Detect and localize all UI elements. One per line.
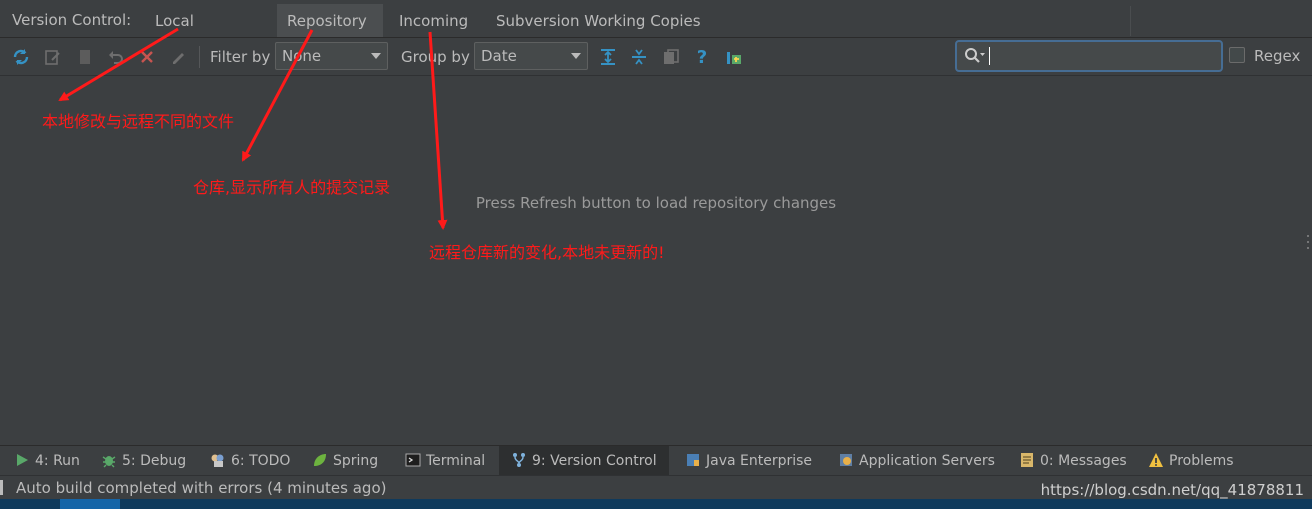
search-icon[interactable] [963,46,985,70]
search-input[interactable] [955,40,1223,72]
group-by-value: Date [481,47,517,65]
annotation-incoming: 远程仓库新的变化,本地未更新的! [429,243,665,262]
settings-icon[interactable] [724,47,744,67]
terminal-icon [405,449,421,467]
annotation-local-changes: 本地修改与远程不同的文件 [42,112,235,131]
bottom-tab-problems[interactable]: Problems [1148,446,1234,476]
annotation-repository: 仓库,显示所有人的提交记录 [193,178,391,197]
copy-icon[interactable] [75,47,95,67]
warning-icon [1148,449,1164,467]
filter-by-label: Filter by [210,48,271,66]
group-by-select[interactable]: Date [474,42,588,70]
status-bar: Auto build completed with errors (4 minu… [0,475,1312,499]
spring-icon [312,449,328,466]
todo-icon [210,449,226,467]
tab-subversion-working-copies[interactable]: Subversion Working Copies Information [486,4,800,64]
copy-revision-icon[interactable] [661,47,681,67]
text-caret [989,47,990,65]
version-control-label: Version Control: [12,11,132,29]
taskbar-active-item[interactable] [60,499,120,509]
regex-label: Regex [1254,47,1301,65]
filter-by-value: None [282,47,322,65]
bottom-tab-spring[interactable]: Spring [312,446,378,476]
run-icon [14,449,30,466]
bottom-tab-terminal[interactable]: Terminal [405,446,485,476]
repository-content-panel: Press Refresh button to load repository … [0,76,1312,444]
refresh-icon[interactable] [11,47,31,67]
watermark-text: https://blog.csdn.net/qq_41878811 [1040,481,1304,499]
bottom-tab-version-control[interactable]: 9: Version Control [499,446,669,476]
chevron-down-icon [571,53,581,59]
status-message[interactable]: Auto build completed with errors (4 minu… [16,477,386,499]
regex-checkbox[interactable] [1229,47,1245,63]
delete-icon[interactable] [137,47,157,67]
pencil-icon[interactable] [168,47,188,67]
edit-commit-icon[interactable] [43,47,63,67]
tab-divider [1130,6,1131,36]
status-indicator[interactable] [0,480,3,495]
group-by-label: Group by [401,48,470,66]
tab-repository[interactable]: Repository [277,4,383,37]
tool-window-bar: 4: Run 5: Debug 6: TODO Spring Terminal … [0,445,1312,476]
chevron-down-icon [371,53,381,59]
bottom-tab-java-enterprise[interactable]: Java Enterprise [685,446,812,476]
application-servers-icon [838,449,854,466]
toolbar-separator [199,46,200,68]
help-icon[interactable]: ? [692,47,712,68]
os-taskbar [0,499,1312,509]
expand-all-icon[interactable] [598,47,618,67]
version-control-tabbar: Version Control: Local Changes Repositor… [0,0,1312,64]
toolbar: Filter by None Group by Date ? Regex [0,38,1312,76]
filter-by-select[interactable]: None [275,42,388,70]
version-control-icon [511,449,527,467]
bottom-tab-todo[interactable]: 6: TODO [210,446,290,476]
splitter-handle[interactable] [1306,232,1310,252]
revert-icon[interactable] [106,47,126,67]
debug-icon [101,449,117,468]
collapse-all-icon[interactable] [629,47,649,67]
tab-incoming[interactable]: Incoming [389,4,479,37]
bottom-tab-run[interactable]: 4: Run [14,446,80,476]
bottom-tab-messages[interactable]: 0: Messages [1019,446,1127,476]
bottom-tab-debug[interactable]: 5: Debug [101,446,186,476]
messages-icon [1019,449,1035,467]
bottom-tab-application-servers[interactable]: Application Servers [838,446,995,476]
java-enterprise-icon [685,449,701,466]
tab-local-changes[interactable]: Local Changes [145,4,270,64]
